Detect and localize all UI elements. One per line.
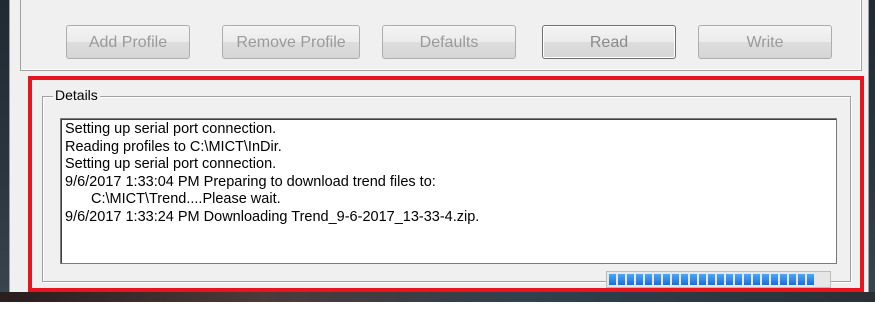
defaults-button[interactable]: Defaults xyxy=(382,25,516,59)
add-profile-button[interactable]: Add Profile xyxy=(66,25,190,59)
progress-segment xyxy=(672,274,679,285)
download-progress-bar xyxy=(606,271,831,288)
progress-segment xyxy=(708,274,715,285)
progress-segment xyxy=(753,274,760,285)
progress-segment xyxy=(690,274,697,285)
write-button[interactable]: Write xyxy=(698,25,832,59)
progress-segment xyxy=(627,274,634,285)
progress-segment xyxy=(618,274,625,285)
progress-segment xyxy=(699,274,706,285)
progress-segment xyxy=(726,274,733,285)
log-line: Setting up serial port connection. xyxy=(65,156,277,172)
progress-segment xyxy=(609,274,616,285)
progress-segment xyxy=(798,274,805,285)
progress-segment xyxy=(645,274,652,285)
window-frame-bottom xyxy=(0,292,875,302)
progress-segment xyxy=(762,274,769,285)
remove-profile-button[interactable]: Remove Profile xyxy=(222,25,360,59)
progress-segment xyxy=(771,274,778,285)
progress-segment xyxy=(780,274,787,285)
log-line: Reading profiles to C:\MICT\InDir. xyxy=(65,138,282,155)
progress-segment xyxy=(735,274,742,285)
progress-segment xyxy=(681,274,688,285)
log-line: 9/6/2017 1:33:04 PM Preparing to downloa… xyxy=(65,173,436,190)
progress-segment xyxy=(717,274,724,285)
details-title: Details xyxy=(53,86,100,104)
details-log[interactable]: Setting up serial port connection. Readi… xyxy=(60,118,837,264)
progress-segment xyxy=(744,274,751,285)
progress-segment xyxy=(654,274,661,285)
progress-segment xyxy=(663,274,670,285)
log-line: Setting up serial port connection. xyxy=(65,121,277,137)
read-button[interactable]: Read xyxy=(542,25,676,59)
progress-fill xyxy=(609,274,828,285)
log-line: 9/6/2017 1:33:24 PM Downloading Trend_9-… xyxy=(65,208,480,225)
progress-segment xyxy=(636,274,643,285)
progress-segment xyxy=(789,274,796,285)
progress-segment xyxy=(807,274,814,285)
log-line: C:\MICT\Trend....Please wait. xyxy=(91,191,281,207)
